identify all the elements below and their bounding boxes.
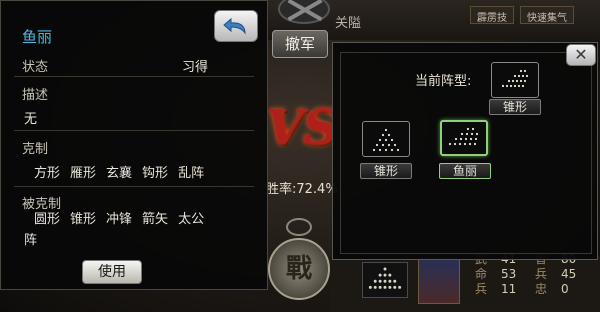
win-rate: 胜率:72.4% (266, 182, 338, 197)
top-tabs: 霹雳技 快速集气 (470, 6, 574, 24)
fish-scale-formation-icon (448, 127, 479, 146)
divider (14, 130, 254, 131)
description-label: 描述 (22, 88, 49, 103)
use-button[interactable]: 使用 (82, 260, 142, 284)
formation-option-label[interactable]: 鱼丽 (439, 163, 491, 179)
cone-formation-icon (372, 128, 400, 152)
formation-thumbnail[interactable] (362, 262, 408, 298)
description-value: 无 (24, 112, 38, 127)
tab-special-skill[interactable]: 霹雳技 (470, 6, 514, 24)
counter-list: 方形 雁形 玄襄 钩形 乱阵 (34, 162, 204, 181)
divider (14, 186, 254, 187)
list-item: 雁形 (70, 166, 97, 181)
divider (14, 76, 254, 77)
ring-icon (286, 218, 312, 236)
tab-quick-charge[interactable]: 快速集气 (520, 6, 574, 24)
battle-button[interactable]: 戰 (268, 238, 330, 300)
retreat-button[interactable]: 撤军 (272, 30, 328, 58)
formation-option-cone[interactable] (362, 121, 410, 157)
formation-option-fish-scale[interactable] (440, 120, 488, 156)
list-item: 方形 (34, 166, 61, 181)
cone-formation-icon (368, 267, 402, 289)
formation-option-label[interactable]: 锥形 (360, 163, 412, 179)
general-portrait[interactable] (418, 258, 460, 304)
vs-emblem: VS (266, 100, 338, 156)
current-formation-label: 当前阵型: (415, 74, 472, 89)
list-item: 阵 (24, 233, 38, 248)
back-button[interactable] (214, 10, 258, 42)
current-formation-tile (491, 62, 539, 98)
stat-row: 命 53 兵 45 (475, 267, 577, 281)
list-item: 太公 (178, 212, 205, 227)
close-icon: ✕ (574, 45, 588, 64)
close-button[interactable]: ✕ (566, 44, 596, 66)
list-item: 乱阵 (178, 166, 205, 181)
current-formation-name: 锥形 (489, 99, 541, 115)
status-label: 状态 (22, 60, 49, 75)
counter-label: 克制 (22, 142, 49, 157)
list-item: 钩形 (142, 166, 169, 181)
formation-name-title: 鱼丽 (22, 28, 53, 46)
status-value: 习得 (182, 60, 209, 75)
list-item: 冲锋 (106, 212, 133, 227)
list-item: 玄襄 (106, 166, 133, 181)
countered-list: 圆形 锥形 冲锋 箭矢 太公 (34, 208, 254, 227)
cone-formation-icon (501, 69, 529, 88)
back-arrow-icon (223, 17, 246, 35)
list-item: 圆形 (34, 212, 61, 227)
list-item: 锥形 (70, 212, 97, 227)
pass-label: 关隘 (335, 16, 362, 31)
list-item: 箭矢 (142, 212, 169, 227)
stat-row: 兵 11 忠 0 (475, 282, 569, 296)
